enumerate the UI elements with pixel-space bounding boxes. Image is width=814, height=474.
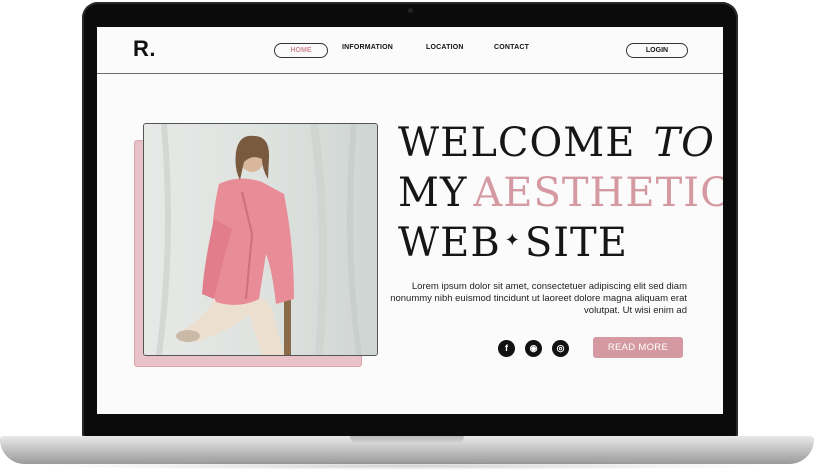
headline-welcome: WELCOME: [398, 120, 636, 166]
star-icon: ✦: [504, 230, 521, 251]
camera-dot: [408, 8, 413, 13]
site-header: R. HOME INFORMATION LOCATION CONTACT LOG…: [97, 27, 723, 74]
hero-photo: [143, 123, 378, 356]
headline-to: TO: [653, 120, 715, 166]
headline-aesthetic: AESTHETIC: [473, 170, 723, 216]
read-more-button[interactable]: READ MORE: [593, 337, 683, 358]
website-screen: R. HOME INFORMATION LOCATION CONTACT LOG…: [97, 27, 723, 414]
laptop-shadow: [40, 462, 774, 470]
instagram-icon[interactable]: ◎: [552, 340, 569, 357]
nav-information-link[interactable]: INFORMATION: [342, 44, 393, 51]
headline-site: SITE: [524, 220, 628, 266]
laptop-base-notch: [350, 436, 464, 444]
site-logo[interactable]: R.: [133, 36, 156, 62]
headline-my: MY: [398, 170, 468, 216]
headline-line-3: WEB ✦ SITE: [398, 223, 628, 263]
nav-location-link[interactable]: LOCATION: [426, 44, 464, 51]
location-pin-icon[interactable]: ◉: [525, 340, 542, 357]
woman-in-pink-blazer-image: [144, 124, 377, 355]
hero-description: Lorem ipsum dolor sit amet, consectetuer…: [390, 281, 687, 316]
nav-home-button[interactable]: HOME: [274, 43, 328, 58]
headline-web: WEB: [398, 220, 501, 266]
login-button[interactable]: LOGIN: [626, 43, 688, 58]
facebook-icon[interactable]: f: [498, 340, 515, 357]
headline-line-1: WELCOME TO: [398, 123, 715, 163]
nav-contact-link[interactable]: CONTACT: [494, 44, 529, 51]
headline-line-2: MY AESTHETIC: [398, 173, 723, 213]
